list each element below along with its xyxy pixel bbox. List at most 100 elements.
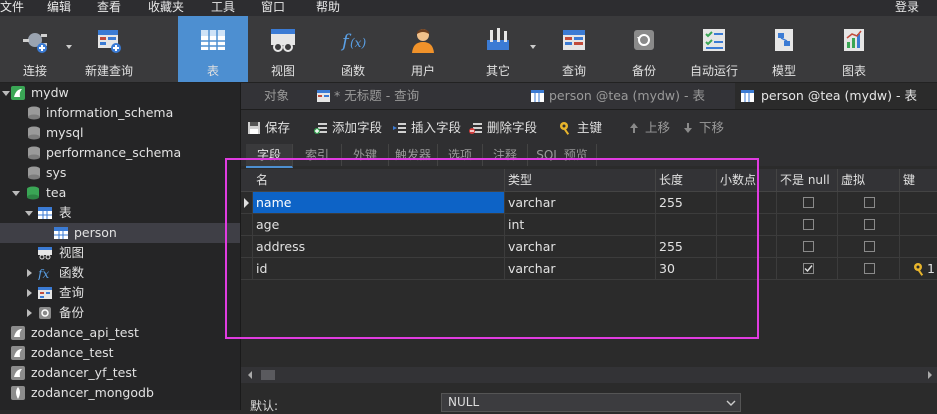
cell-not-null[interactable] (777, 258, 838, 280)
tab-objects[interactable]: 对象 (241, 83, 311, 109)
expand-arrow-icon[interactable] (27, 309, 32, 317)
tab-person-active[interactable]: person @tea (mydw) - 表 (735, 83, 937, 109)
scroll-left-icon[interactable] (245, 367, 255, 383)
plug-icon (23, 33, 47, 53)
move-down-button[interactable]: 下移 (681, 119, 729, 137)
not-null-checkbox-checked[interactable] (803, 263, 814, 274)
db-tea[interactable]: tea (0, 183, 240, 203)
other-button[interactable]: 其它 (463, 16, 533, 82)
design-toolbar: 保存 添加字段 插入字段 删除字段 主键 上移 下移 (241, 110, 937, 144)
tab-person-inactive[interactable]: person @tea (mydw) - 表 (527, 83, 733, 109)
menu-view[interactable]: 查看 (97, 0, 121, 14)
virtual-checkbox[interactable] (864, 241, 875, 252)
collapse-arrow-icon[interactable] (12, 191, 20, 196)
user-label: 用户 (410, 64, 435, 78)
connection-label: zodancer_mongodb (31, 385, 154, 400)
cell-not-null[interactable] (777, 192, 838, 214)
menu-tools[interactable]: 工具 (211, 0, 235, 14)
delete-field-button[interactable]: 删除字段 (469, 119, 541, 137)
add-field-button[interactable]: 添加字段 (314, 119, 384, 137)
view-button[interactable]: 视图 (248, 16, 318, 82)
move-up-button[interactable]: 上移 (627, 119, 675, 137)
key-order: 1 (927, 261, 935, 276)
connect-button[interactable]: 连接 (0, 16, 70, 82)
other-dropdown-icon[interactable] (530, 45, 536, 49)
model-icon (775, 29, 793, 51)
tree-label: 函数 (59, 265, 85, 280)
cell-key[interactable] (900, 192, 937, 214)
db-information-schema[interactable]: information_schema (0, 103, 240, 123)
cell-key[interactable] (900, 214, 937, 236)
db-sys[interactable]: sys (0, 163, 240, 183)
not-null-checkbox[interactable] (803, 241, 814, 252)
chart-button[interactable]: 图表 (819, 16, 889, 82)
connection-zodancer-yf-test[interactable]: zodancer_yf_test (0, 363, 240, 383)
connection-zodance-api-test[interactable]: zodance_api_test (0, 323, 240, 343)
connection-label: zodance_api_test (31, 325, 139, 340)
primary-key-button[interactable]: 主键 (559, 119, 607, 137)
save-button[interactable]: 保存 (247, 119, 295, 137)
not-null-checkbox[interactable] (803, 219, 814, 230)
col-header-key[interactable]: 键 (900, 169, 937, 192)
cell-key[interactable] (900, 236, 937, 258)
cell-virtual[interactable] (838, 192, 900, 214)
tree-functions[interactable]: fx 函数 (0, 263, 240, 283)
connection-zodancer-mongodb[interactable]: zodancer_mongodb (0, 383, 240, 403)
db-performance-schema[interactable]: performance_schema (0, 143, 240, 163)
tree-queries[interactable]: 查询 (0, 283, 240, 303)
db-mysql[interactable]: mysql (0, 123, 240, 143)
tree-views[interactable]: 视图 (0, 243, 240, 263)
table-button[interactable]: 表 (178, 16, 248, 82)
query-button[interactable]: 查询 (539, 16, 609, 82)
cell-key[interactable]: 1 (900, 258, 937, 280)
login-link[interactable]: 登录 (895, 0, 919, 14)
move-down-label: 下移 (699, 120, 725, 135)
function-button[interactable]: f (x) 函数 (318, 16, 388, 82)
model-button[interactable]: 模型 (749, 16, 819, 82)
horizontal-scrollbar[interactable] (241, 367, 937, 383)
connect-dropdown-icon[interactable] (66, 45, 72, 49)
cell-virtual[interactable] (838, 214, 900, 236)
tab-untitled-query[interactable]: * 无标题 - 查询 (313, 83, 523, 109)
save-icon (248, 122, 260, 134)
other-label: 其它 (485, 64, 510, 78)
new-query-button[interactable]: 新建查询 (74, 16, 144, 82)
scrollbar-thumb[interactable] (261, 370, 275, 380)
database-icon (28, 166, 40, 180)
menu-help[interactable]: 帮助 (316, 0, 340, 14)
db-label: information_schema (46, 105, 174, 120)
user-button[interactable]: 用户 (388, 16, 458, 82)
expand-arrow-icon[interactable] (27, 289, 32, 297)
tree-backups[interactable]: 备份 (0, 303, 240, 323)
virtual-checkbox[interactable] (864, 197, 875, 208)
virtual-checkbox[interactable] (864, 219, 875, 230)
collapse-arrow-icon[interactable] (2, 91, 10, 96)
backup-button[interactable]: 备份 (609, 16, 679, 82)
menu-window[interactable]: 窗口 (261, 0, 285, 14)
connection-mydw[interactable]: mydw (0, 83, 240, 103)
tree-table-person[interactable]: person (0, 223, 240, 243)
col-header-not-null[interactable]: 不是 null (777, 169, 838, 192)
scroll-right-icon[interactable] (925, 367, 935, 383)
collapse-arrow-icon[interactable] (25, 211, 33, 216)
menu-favorites[interactable]: 收藏夹 (148, 0, 184, 14)
cell-not-null[interactable] (777, 214, 838, 236)
cell-virtual[interactable] (838, 258, 900, 280)
connection-zodance-test[interactable]: zodance_test (0, 343, 240, 363)
not-null-checkbox[interactable] (803, 197, 814, 208)
col-header-label: 不是 null (780, 173, 830, 187)
col-header-virtual[interactable]: 虚拟 (838, 169, 900, 192)
tab-label: * 无标题 - 查询 (334, 88, 420, 103)
insert-field-button[interactable]: 插入字段 (393, 119, 463, 137)
menu-file[interactable]: 文件 (0, 0, 24, 14)
cell-virtual[interactable] (838, 236, 900, 258)
menu-edit[interactable]: 编辑 (47, 0, 71, 14)
virtual-checkbox[interactable] (864, 263, 875, 274)
autorun-button[interactable]: 自动运行 (679, 16, 749, 82)
cell-not-null[interactable] (777, 236, 838, 258)
expand-arrow-icon[interactable] (27, 269, 32, 277)
chart-label: 图表 (841, 64, 866, 78)
tree-tables[interactable]: 表 (0, 203, 240, 223)
default-value-select[interactable]: NULL (441, 393, 741, 412)
function-icon: f (x) (340, 31, 366, 52)
